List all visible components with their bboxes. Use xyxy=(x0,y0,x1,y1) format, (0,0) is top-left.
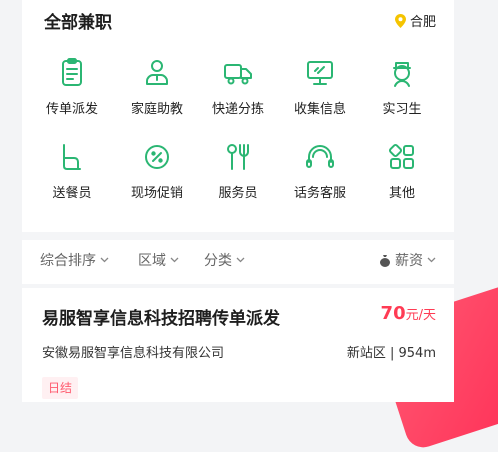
monitor-icon xyxy=(307,61,333,85)
city-label: 合肥 xyxy=(409,15,436,30)
clipboard-icon xyxy=(62,58,82,86)
chevron-down-icon xyxy=(427,257,436,263)
category-label: 其他 xyxy=(388,186,415,201)
category-label: 传单派发 xyxy=(45,102,98,117)
category-food-delivery[interactable]: 送餐员 xyxy=(32,140,112,206)
location-pin-icon xyxy=(394,13,406,28)
tutor-icon xyxy=(146,60,168,85)
filter-category-label: 分类 xyxy=(204,253,232,269)
category-label: 送餐员 xyxy=(52,186,92,201)
money-bag-icon xyxy=(380,254,390,267)
filter-category[interactable]: 分类 xyxy=(204,250,245,270)
delivery-truck-icon xyxy=(224,64,252,85)
category-promotion[interactable]: 现场促销 xyxy=(117,140,197,206)
company-name: 安徽易服智享信息科技有限公司 xyxy=(42,346,225,361)
category-label: 快递分拣 xyxy=(211,102,264,117)
filter-sort-label: 综合排序 xyxy=(40,253,96,269)
chevron-down-icon xyxy=(100,257,109,263)
category-label: 现场促销 xyxy=(130,186,183,201)
chevron-down-icon xyxy=(236,257,245,263)
discount-icon xyxy=(145,145,169,169)
salary-unit: 元/天 xyxy=(405,308,436,323)
filter-area[interactable]: 区域 xyxy=(138,250,179,270)
category-label: 实习生 xyxy=(382,102,422,117)
food-delivery-icon xyxy=(63,144,81,170)
filter-sort[interactable]: 综合排序 xyxy=(40,250,109,270)
category-label: 服务员 xyxy=(218,186,258,201)
category-label: 收集信息 xyxy=(293,102,346,117)
salary-amount: 70 xyxy=(380,303,406,324)
job-salary: 70元/天 xyxy=(381,303,436,324)
utensils-icon xyxy=(227,144,249,170)
filter-area-label: 区域 xyxy=(138,253,166,269)
job-tag: 日结 xyxy=(42,377,79,399)
header: 全部兼职 合肥 xyxy=(44,8,436,33)
filter-salary-label: 薪资 xyxy=(395,253,423,269)
category-waiter[interactable]: 服务员 xyxy=(198,140,278,206)
page-title: 全部兼职 xyxy=(44,13,112,33)
category-info-collect[interactable]: 收集信息 xyxy=(280,56,360,122)
headset-icon xyxy=(306,145,334,168)
category-intern[interactable]: 实习生 xyxy=(362,56,442,122)
category-call-center[interactable]: 话务客服 xyxy=(280,140,360,206)
job-location: 新站区 | 954m xyxy=(346,346,436,361)
category-other[interactable]: 其他 xyxy=(362,140,442,206)
filter-bar: 综合排序 区域 分类 薪资 xyxy=(40,250,436,274)
filter-salary[interactable]: 薪资 xyxy=(379,250,436,270)
category-grid: 传单派发 家庭助教 快递分拣 收集信息 实习生 送餐员 现场促销 服务员 话务客… xyxy=(22,50,454,210)
city-selector[interactable]: 合肥 xyxy=(394,11,436,30)
category-label: 话务客服 xyxy=(293,186,346,201)
category-flyer[interactable]: 传单派发 xyxy=(32,56,112,122)
category-tutor[interactable]: 家庭助教 xyxy=(117,56,197,122)
chevron-down-icon xyxy=(170,257,179,263)
list-divider xyxy=(22,284,454,288)
job-panel: 全部兼职 合肥 传单派发 家庭助教 快递分拣 收集信息 实习生 送餐员 现场促销… xyxy=(22,0,454,402)
grid-icon xyxy=(388,143,414,169)
category-courier[interactable]: 快递分拣 xyxy=(198,56,278,122)
category-label: 家庭助教 xyxy=(130,102,183,117)
section-divider xyxy=(22,232,454,240)
job-title: 易服智享信息科技招聘传单派发 xyxy=(42,309,280,329)
intern-icon xyxy=(393,62,411,87)
